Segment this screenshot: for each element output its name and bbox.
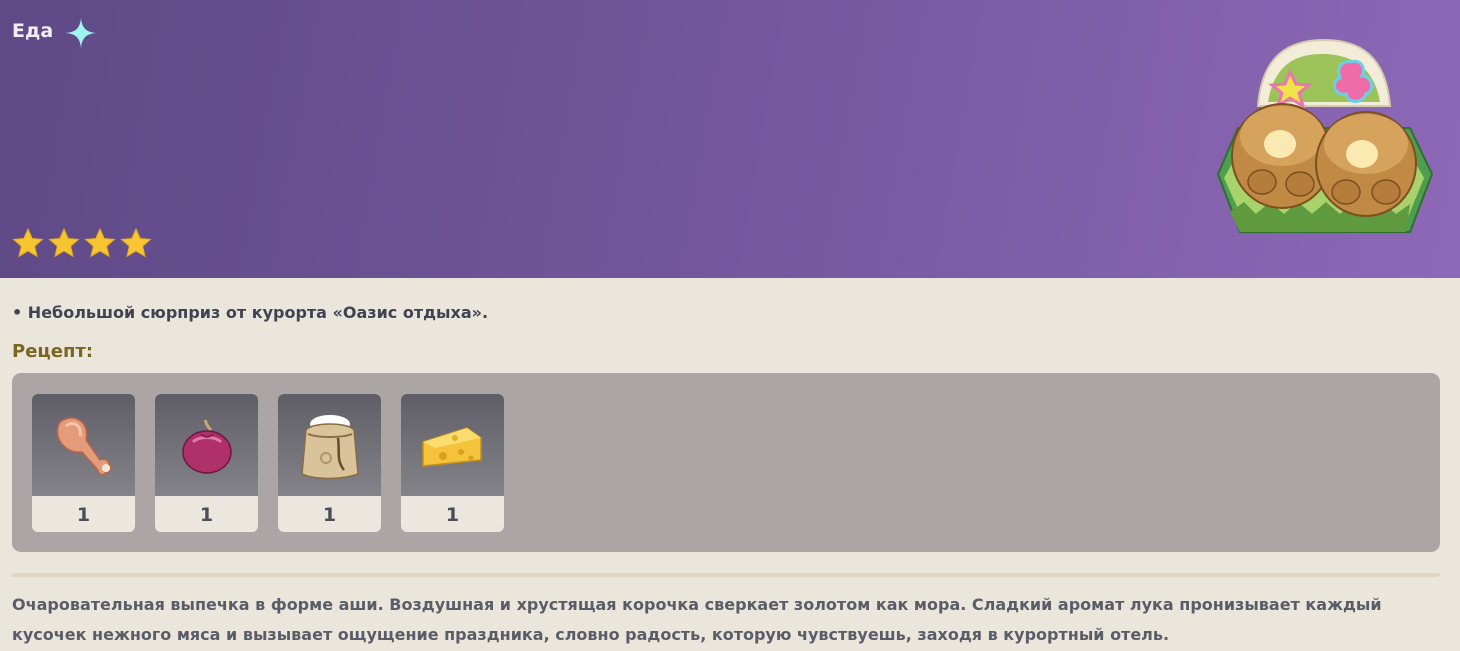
raw-meat-icon: [56, 417, 112, 476]
star-icon: [84, 227, 116, 258]
section-divider: [12, 573, 1440, 577]
cheese-icon: [422, 427, 482, 467]
star-icon: [48, 227, 80, 258]
sparkle-icon: [66, 18, 96, 48]
ingredient-count: 1: [76, 504, 91, 526]
ingredient-card-meat[interactable]: 1: [32, 394, 135, 532]
ingredient-count: 1: [445, 504, 460, 526]
recipe-panel: 1 1 1 1: [12, 373, 1440, 552]
item-description: • Небольшой сюрприз от курорта «Оазис от…: [12, 303, 489, 322]
recipe-title: Рецепт:: [12, 341, 94, 362]
ingredient-count: 1: [199, 504, 214, 526]
rarity-stars: [12, 227, 152, 259]
onion-icon: [182, 419, 232, 474]
star-icon: [12, 227, 44, 258]
item-category: Еда: [12, 20, 54, 42]
star-icon: [120, 227, 152, 258]
ingredient-card-onion[interactable]: 1: [155, 394, 258, 532]
ingredient-card-flour[interactable]: 1: [278, 394, 381, 532]
flavor-text: Очаровательная выпечка в форме аши. Возд…: [12, 595, 1382, 644]
ingredient-count: 1: [322, 504, 337, 526]
item-header: Еда: [0, 0, 1460, 278]
ingredient-card-cheese[interactable]: 1: [401, 394, 504, 532]
flour-sack-icon: [301, 415, 359, 480]
dish-image: [1216, 38, 1434, 233]
